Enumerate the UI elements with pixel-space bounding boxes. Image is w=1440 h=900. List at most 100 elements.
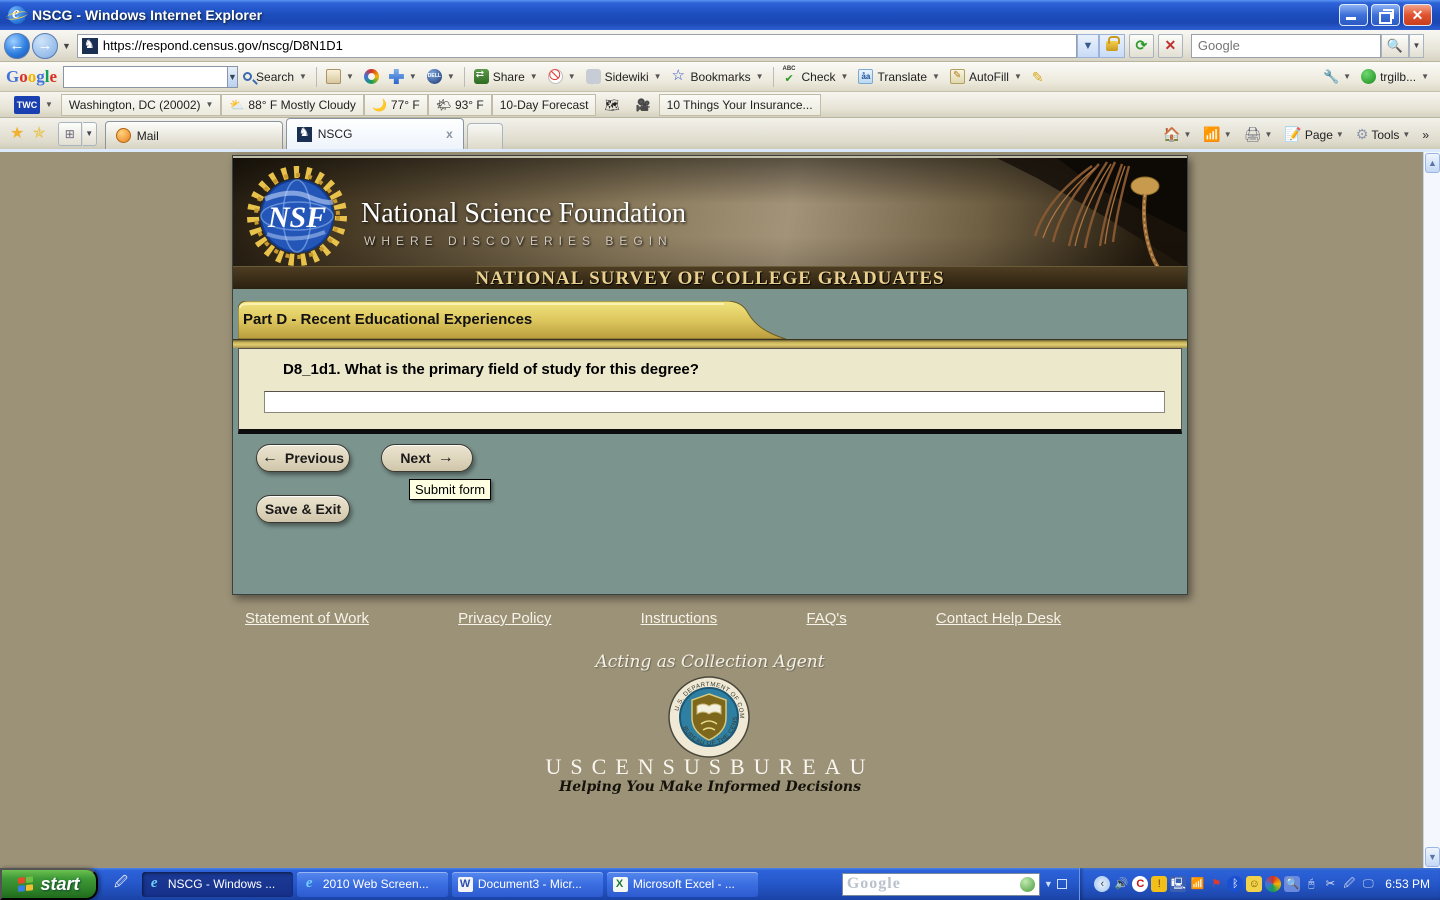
stop-button[interactable]: ✕: [1158, 34, 1183, 58]
news-button[interactable]: ▼: [321, 65, 359, 89]
search-magnifier-button[interactable]: 🔍: [1381, 34, 1409, 58]
browser-search-input[interactable]: [1191, 34, 1381, 58]
google-search-button[interactable]: Search▼: [238, 65, 312, 89]
privacy-policy-link[interactable]: Privacy Policy: [458, 610, 551, 627]
dell-button[interactable]: DELL▼: [422, 65, 460, 89]
google-search-input[interactable]: [64, 70, 227, 84]
instructions-link[interactable]: Instructions: [641, 610, 718, 627]
nsf-logo: NSF: [245, 164, 349, 268]
address-input[interactable]: [103, 38, 1072, 53]
forward-button[interactable]: →: [32, 33, 58, 59]
popup-blocker-button[interactable]: ▼: [543, 65, 581, 89]
autofill-button[interactable]: AutoFill▼: [945, 65, 1027, 89]
weather-location-dropdown[interactable]: Washington, DC (20002)▼: [61, 94, 222, 116]
print-button[interactable]: 🖨▼: [1239, 124, 1278, 145]
add-gadget-button[interactable]: ▼: [384, 65, 422, 89]
mouse-settings-icon[interactable]: 🖰: [1303, 876, 1319, 892]
speech-bubble-icon: [586, 69, 601, 84]
minimize-button[interactable]: [1339, 4, 1368, 26]
video-button[interactable]: 🎥: [628, 94, 659, 116]
high-temp[interactable]: 🌤 93° F: [428, 94, 492, 116]
system-tray: ‹ 🔊 C ! 🖳 📶 ⚑ ᛒ ☺ 🔍 🖰 ✂ 🖉 🖵 6:53 PM: [1079, 868, 1440, 900]
display-settings-icon[interactable]: 🖵: [1360, 876, 1376, 892]
task-excel[interactable]: Microsoft Excel - ...: [607, 872, 758, 897]
news-headline-link[interactable]: 10 Things Your Insurance...: [659, 94, 821, 116]
radar-map-button[interactable]: 🗺: [596, 94, 627, 116]
address-bar[interactable]: [77, 34, 1077, 58]
quick-launch-icon[interactable]: 🖉: [114, 873, 128, 895]
address-dropdown-button[interactable]: ▼: [1077, 34, 1099, 58]
security-lock-icon[interactable]: [1099, 34, 1125, 58]
quick-tabs-button[interactable]: ⊞: [58, 122, 82, 146]
spellcheck-button[interactable]: Check▼: [778, 65, 854, 89]
translate-button[interactable]: åa Translate▼: [853, 65, 945, 89]
footer-links: Statement of Work Privacy Policy Instruc…: [245, 610, 1061, 627]
account-button[interactable]: trgilb...▼: [1356, 65, 1434, 89]
sidewiki-button[interactable]: Sidewiki▼: [581, 65, 667, 89]
twc-logo-button[interactable]: TWC ▼: [6, 94, 61, 116]
low-temp[interactable]: 🌙 77° F: [364, 94, 428, 116]
page-menu-button[interactable]: 📝Page▼: [1279, 124, 1348, 145]
security-alert-icon[interactable]: !: [1151, 876, 1167, 892]
vertical-scrollbar[interactable]: ▲ ▼: [1423, 152, 1440, 868]
deskbar-expand-icon[interactable]: [1057, 879, 1067, 889]
collapse-tray-icon[interactable]: ‹: [1094, 876, 1110, 892]
home-button[interactable]: 🏠▼: [1158, 124, 1196, 145]
updater-pinwheel-icon[interactable]: [1265, 876, 1281, 892]
next-button[interactable]: Next →: [381, 444, 473, 472]
add-favorite-button[interactable]: ✯: [32, 123, 45, 143]
scroll-down-icon[interactable]: ▼: [1425, 847, 1440, 867]
history-dropdown-icon[interactable]: ▼: [62, 41, 71, 51]
refresh-button[interactable]: ⟳: [1129, 34, 1154, 58]
deskbar-dropdown-icon[interactable]: ▼: [1044, 879, 1053, 889]
google-deskbar[interactable]: Google ▼: [842, 873, 1067, 896]
network-disconnected-icon[interactable]: 🖳: [1170, 876, 1186, 892]
close-tab-icon[interactable]: x: [446, 127, 453, 141]
deskbar-logo: Google: [847, 875, 901, 893]
back-button[interactable]: ←: [4, 33, 30, 59]
signal-strength-icon[interactable]: 📶: [1189, 876, 1205, 892]
deskbar-search-icon[interactable]: [1020, 877, 1035, 892]
google-search-dropdown-icon[interactable]: ▼: [227, 67, 237, 87]
new-tab-stub[interactable]: [467, 123, 503, 149]
antivirus-icon[interactable]: ✂: [1322, 876, 1338, 892]
flag-icon[interactable]: ⚑: [1208, 876, 1224, 892]
save-exit-button[interactable]: Save & Exit: [256, 495, 350, 523]
more-commands-button[interactable]: »: [1417, 126, 1434, 144]
tab-nscg[interactable]: NSCG x: [286, 118, 464, 149]
feeds-button[interactable]: 📶▼: [1198, 124, 1236, 145]
scroll-up-icon[interactable]: ▲: [1425, 153, 1440, 173]
survey-panel: NSF National Science Foundation WHERE DI…: [232, 155, 1188, 595]
vpn-client-icon[interactable]: C: [1132, 876, 1148, 892]
share-button[interactable]: Share▼: [469, 65, 543, 89]
tools-menu-button[interactable]: ⚙Tools▼: [1351, 124, 1416, 145]
page-viewport: NSF National Science Foundation WHERE DI…: [0, 152, 1440, 868]
faqs-link[interactable]: FAQ's: [806, 610, 846, 627]
previous-button[interactable]: ← Previous: [256, 444, 350, 472]
restore-button[interactable]: [1371, 4, 1400, 26]
current-conditions[interactable]: ⛅ 88° F Mostly Cloudy: [221, 94, 363, 116]
google-apps-button[interactable]: [359, 65, 384, 89]
favorites-center-button[interactable]: ★: [10, 123, 24, 143]
task-word-document[interactable]: Document3 - Micr...: [452, 872, 603, 897]
bookmarks-button[interactable]: ☆ Bookmarks▼: [667, 65, 769, 89]
tab-list-dropdown[interactable]: ▼: [83, 122, 97, 146]
tablet-pen-icon[interactable]: 🖉: [1341, 876, 1357, 892]
search-options-dropdown[interactable]: ▼: [1409, 34, 1424, 58]
volume-icon[interactable]: 🔊: [1113, 876, 1129, 892]
start-button[interactable]: start: [0, 868, 98, 900]
bluetooth-icon[interactable]: ᛒ: [1227, 876, 1243, 892]
close-button[interactable]: [1403, 4, 1432, 26]
toolbar-settings-button[interactable]: 🔧▼: [1318, 65, 1356, 89]
org-name: National Science Foundation: [361, 198, 686, 230]
contact-help-desk-link[interactable]: Contact Help Desk: [936, 610, 1061, 627]
task-web-screen[interactable]: 2010 Web Screen...: [297, 872, 448, 897]
messenger-icon[interactable]: ☺: [1246, 876, 1262, 892]
tab-mail[interactable]: Mail: [105, 121, 283, 149]
statement-of-work-link[interactable]: Statement of Work: [245, 610, 369, 627]
answer-input[interactable]: [264, 391, 1165, 413]
utility-icon[interactable]: 🔍: [1284, 876, 1300, 892]
task-nscg[interactable]: NSCG - Windows ...: [142, 872, 293, 897]
highlighter-button[interactable]: ✎: [1027, 65, 1052, 89]
ten-day-forecast-button[interactable]: 10-Day Forecast: [492, 94, 597, 116]
